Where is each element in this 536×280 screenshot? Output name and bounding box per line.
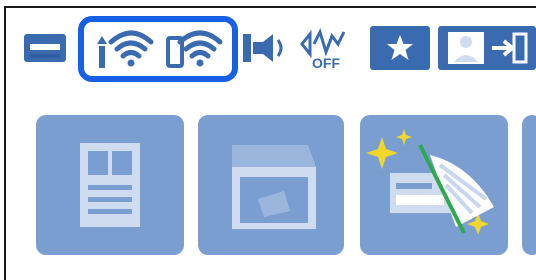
quiet-mode-off-icon[interactable]: OFF <box>296 26 350 70</box>
printer-status-icon[interactable] <box>20 26 70 70</box>
scan-tile[interactable] <box>198 115 344 255</box>
next-tile[interactable] <box>522 115 536 255</box>
status-bar: OFF <box>6 8 536 86</box>
copy-tile[interactable] <box>36 115 184 255</box>
wifi-direct-icon[interactable] <box>162 26 226 70</box>
user-login-icon[interactable] <box>438 26 536 70</box>
scan-copy-tile[interactable] <box>360 115 508 255</box>
wifi-signal-icon[interactable] <box>92 26 156 70</box>
favorites-star-icon[interactable] <box>370 26 430 70</box>
svg-text:OFF: OFF <box>312 55 340 70</box>
sound-icon[interactable] <box>242 26 288 70</box>
